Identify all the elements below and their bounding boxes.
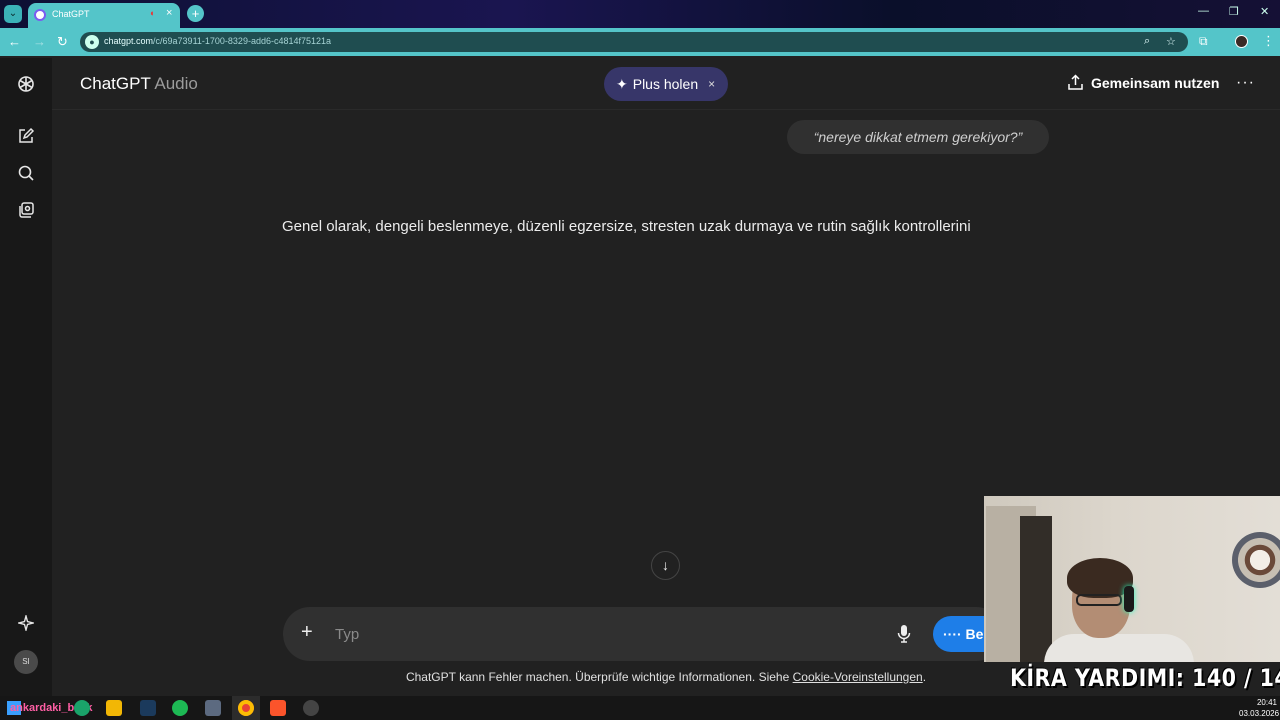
model-title: ChatGPT [80, 74, 151, 93]
search-icon[interactable] [14, 161, 38, 185]
new-chat-icon[interactable] [14, 124, 38, 148]
share-button[interactable]: Gemeinsam nutzen [1067, 74, 1219, 91]
browser-tab[interactable]: ChatGPT ◖ × [28, 3, 180, 28]
webcam-wall-decoration [1232, 532, 1280, 588]
browser-menu-icon[interactable]: ⋮ [1262, 33, 1275, 49]
spotify-icon[interactable] [172, 700, 188, 716]
chatgpt-logo-icon[interactable] [14, 72, 38, 96]
tab-title: ChatGPT [52, 9, 90, 19]
share-label: Gemeinsam nutzen [1091, 74, 1220, 91]
user-message: “nereye dikkat etmem gerekiyor?” [787, 120, 1049, 154]
reload-icon[interactable]: ↻ [57, 34, 68, 50]
browser-toolbar: ← → ↻ ● chatgpt.com/c/69a73911-1700-8329… [0, 28, 1280, 56]
bookmark-star-icon[interactable]: ☆ [1166, 35, 1176, 48]
window-close-icon[interactable]: ✕ [1260, 5, 1269, 18]
upgrade-plus-button[interactable]: ✦ Plus holen × [604, 67, 728, 101]
browser-tab-bar: ⌄ ChatGPT ◖ × + — ❐ ✕ [0, 0, 1280, 28]
microphone-icon[interactable] [897, 624, 911, 644]
more-options-icon[interactable]: ··· [1236, 74, 1255, 92]
sidebar: SI [0, 58, 52, 696]
disclaimer-end: . [922, 670, 927, 684]
header-divider [52, 109, 1280, 110]
taskbar: ankardaki_balik 20:41 03.03.2026 [0, 696, 1280, 720]
library-images-icon[interactable] [14, 198, 38, 222]
upgrade-sparkle-icon[interactable] [14, 611, 38, 635]
sparkle-icon: ✦ [616, 75, 628, 92]
disclaimer-text: ChatGPT kann Fehler machen. Überprüfe wi… [405, 670, 793, 684]
file-explorer-icon[interactable] [106, 700, 122, 716]
url-text[interactable]: chatgpt.com/c/69a73911-1700-8329-add6-c4… [104, 36, 331, 46]
model-selector[interactable]: ChatGPT Audio [80, 74, 198, 94]
scroll-to-bottom-button[interactable]: ↓ [651, 551, 680, 580]
add-attachment-icon[interactable]: + [301, 621, 313, 644]
webcam-door [1020, 516, 1052, 662]
composer: + ···· Be [283, 607, 1013, 661]
profile-avatar[interactable] [1235, 35, 1248, 48]
tab-search-icon[interactable]: ⌄ [4, 5, 22, 23]
back-icon[interactable]: ← [8, 34, 21, 49]
chrome-icon[interactable] [238, 700, 254, 716]
clock-time: 20:41 [1256, 698, 1277, 707]
stream-counter-overlay: KİRA YARDIMI: 140 / 145 [1010, 664, 1280, 692]
share-upload-icon [1068, 74, 1083, 90]
zoom-icon[interactable]: ⌕ [1144, 35, 1150, 48]
cookie-preferences-link[interactable]: Cookie-Voreinstellungen [793, 670, 923, 684]
screen: ⌄ ChatGPT ◖ × + — ❐ ✕ ← → ↻ ● chatgpt.co… [0, 0, 1280, 720]
message-input[interactable] [335, 624, 855, 644]
recorder-icon[interactable] [303, 700, 319, 716]
voice-waveform-icon: ···· [943, 626, 966, 642]
forward-icon[interactable]: → [33, 34, 46, 49]
site-mic-icon[interactable]: ● [85, 35, 99, 49]
webcam-overlay [984, 496, 1280, 662]
new-tab-button[interactable]: + [187, 5, 204, 22]
obs-icon[interactable] [140, 700, 156, 716]
model-subtitle: Audio [154, 74, 198, 93]
voice-mode-label: Be [965, 626, 984, 642]
brave-icon[interactable] [270, 700, 286, 716]
webcam-person-shirt [1044, 634, 1194, 662]
address-bar[interactable]: ● chatgpt.com/c/69a73911-1700-8329-add6-… [80, 32, 1188, 52]
chatgpt-favicon-icon [34, 9, 46, 21]
restore-icon[interactable]: ❐ [1229, 5, 1239, 18]
dismiss-upgrade-icon[interactable]: × [708, 77, 715, 91]
calculator-icon[interactable] [205, 700, 221, 716]
clock-date: 03.03.2026 [1239, 709, 1280, 718]
webcam-headset [1124, 586, 1134, 612]
clock[interactable]: 20:41 03.03.2026 [1239, 697, 1280, 719]
tab-audio-icon[interactable]: ◖ [149, 8, 154, 18]
extensions-icon[interactable]: ⧉ [1199, 34, 1208, 49]
minimize-icon[interactable]: — [1198, 5, 1209, 17]
taskbar-app-icon[interactable] [74, 700, 90, 716]
upgrade-label: Plus holen [632, 76, 699, 92]
webcam-person-glasses [1076, 594, 1122, 606]
assistant-message: Genel olarak, dengeli beslenmeye, düzenl… [282, 218, 971, 235]
tab-close-icon[interactable]: × [166, 7, 172, 19]
